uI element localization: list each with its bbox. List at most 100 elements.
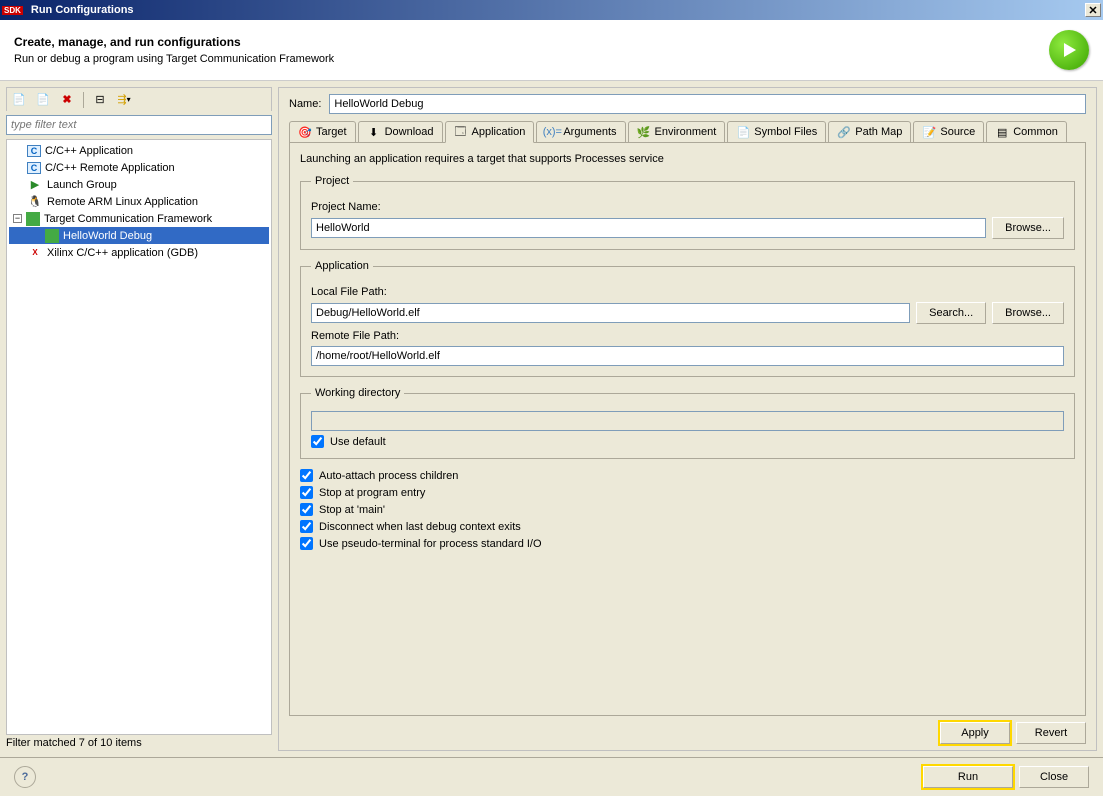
check-label: Disconnect when last debug context exits xyxy=(319,521,521,533)
linux-icon: 🐧 xyxy=(27,194,43,210)
tab-label: Download xyxy=(385,126,434,138)
check-label: Stop at 'main' xyxy=(319,504,385,516)
tab-arguments[interactable]: (x)= Arguments xyxy=(536,121,625,143)
apply-button[interactable]: Apply xyxy=(940,722,1010,744)
delete-icon: ✖ xyxy=(62,93,71,106)
config-toolbar: 📄 📄 ✖ ⊟ ⇶▾ xyxy=(6,87,272,111)
revert-button[interactable]: Revert xyxy=(1016,722,1086,744)
project-fieldset: Project Project Name: Browse... xyxy=(300,175,1075,250)
check-label: Use pseudo-terminal for process standard… xyxy=(319,538,542,550)
pseudo-terminal-checkbox[interactable] xyxy=(300,537,313,550)
application-fieldset: Application Local File Path: Search... B… xyxy=(300,260,1075,377)
tab-bar: 🎯Target ⬇ Download 🗔 Application (x)= Argum… xyxy=(289,120,1086,143)
tab-application[interactable]: 🗔 Application xyxy=(445,121,535,143)
project-browse-button[interactable]: Browse... xyxy=(992,217,1064,239)
tab-label: Target xyxy=(316,126,347,138)
tab-label: Application xyxy=(472,126,526,138)
filter-status: Filter matched 7 of 10 items xyxy=(6,735,272,751)
tab-label: Path Map xyxy=(855,126,902,138)
tree-item-helloworld-debug[interactable]: HelloWorld Debug xyxy=(9,227,269,244)
tree-item-c-app[interactable]: C C/C++ Application xyxy=(9,142,269,159)
sdk-badge: SDK xyxy=(2,6,23,15)
common-icon: ▤ xyxy=(995,125,1009,139)
chevron-down-icon: ▾ xyxy=(127,95,131,104)
close-button[interactable]: Close xyxy=(1019,766,1089,788)
window-titlebar: SDK Run Configurations ✕ xyxy=(0,0,1103,20)
stop-main-checkbox[interactable] xyxy=(300,503,313,516)
filter-icon: ⇶ xyxy=(117,93,126,106)
tab-environment[interactable]: 🌿Environment xyxy=(628,121,726,143)
tree-item-tcf[interactable]: − Target Communication Framework xyxy=(9,210,269,227)
local-path-label: Local File Path: xyxy=(311,286,1064,298)
config-tree[interactable]: C C/C++ Application CC/C++ Remote Applica… xyxy=(6,139,272,735)
check-label: Auto-attach process children xyxy=(319,470,458,482)
document-new-icon: 📄 xyxy=(12,93,26,106)
help-button[interactable]: ? xyxy=(14,766,36,788)
auto-attach-checkbox[interactable] xyxy=(300,469,313,482)
launch-group-icon: ▶ xyxy=(27,177,43,193)
duplicate-config-button[interactable]: 📄 xyxy=(33,90,53,110)
source-icon: 📝 xyxy=(922,125,936,139)
filter-menu-button[interactable]: ⇶▾ xyxy=(114,90,134,110)
tab-content-application: Launching an application requires a targ… xyxy=(289,143,1086,716)
toolbar-separator xyxy=(83,92,84,108)
dialog-title: Create, manage, and run configurations xyxy=(14,35,1049,49)
run-button[interactable]: Run xyxy=(923,766,1013,788)
local-path-input[interactable] xyxy=(311,303,910,323)
tab-source[interactable]: 📝 Source xyxy=(913,121,984,143)
project-name-input[interactable] xyxy=(311,218,986,238)
tree-item-xilinx-gdb[interactable]: X Xilinx C/C++ application (GDB) xyxy=(9,244,269,261)
tab-label: Arguments xyxy=(563,126,616,138)
tree-item-label: Target Communication Framework xyxy=(44,213,212,225)
collapse-icon: ⊟ xyxy=(95,93,104,106)
check-label: Stop at program entry xyxy=(319,487,425,499)
dialog-header: Create, manage, and run configurations R… xyxy=(0,20,1103,81)
tree-item-c-remote-app[interactable]: CC/C++ Remote Application xyxy=(9,159,269,176)
document-copy-icon: 📄 xyxy=(36,93,50,106)
tab-download[interactable]: ⬇ Download xyxy=(358,121,443,143)
arguments-icon: (x)= xyxy=(545,125,559,139)
workdir-fieldset: Working directory Use default xyxy=(300,387,1075,459)
tcf-icon xyxy=(45,229,59,243)
tree-item-label: Xilinx C/C++ application (GDB) xyxy=(47,247,198,259)
project-legend: Project xyxy=(311,175,353,187)
filter-input[interactable] xyxy=(6,115,272,135)
collapse-all-button[interactable]: ⊟ xyxy=(90,90,110,110)
delete-config-button[interactable]: ✖ xyxy=(57,90,77,110)
tree-collapse-icon[interactable]: − xyxy=(13,214,22,223)
c-app-icon: C xyxy=(27,162,41,174)
local-path-browse-button[interactable]: Browse... xyxy=(992,302,1064,324)
tree-item-launch-group[interactable]: ▶ Launch Group xyxy=(9,176,269,193)
stop-entry-checkbox[interactable] xyxy=(300,486,313,499)
run-icon xyxy=(1049,30,1089,70)
xilinx-gdb-icon: X xyxy=(27,245,43,261)
download-icon: ⬇ xyxy=(367,125,381,139)
tab-target[interactable]: 🎯Target xyxy=(289,121,356,143)
c-app-icon: C xyxy=(27,145,41,157)
use-default-checkbox[interactable] xyxy=(311,435,324,448)
tree-item-remote-arm[interactable]: 🐧Remote ARM Linux Application xyxy=(9,193,269,210)
tree-item-label: Launch Group xyxy=(47,179,117,191)
tab-label: Source xyxy=(940,126,975,138)
disconnect-exit-checkbox[interactable] xyxy=(300,520,313,533)
new-config-button[interactable]: 📄 xyxy=(9,90,29,110)
help-icon: ? xyxy=(22,771,29,783)
application-icon: 🗔 xyxy=(454,125,468,139)
tab-path-map[interactable]: 🔗Path Map xyxy=(828,121,911,143)
remote-path-input[interactable] xyxy=(311,346,1064,366)
symbol-files-icon: 📄 xyxy=(736,125,750,139)
dialog-subtitle: Run or debug a program using Target Comm… xyxy=(14,53,1049,65)
tree-item-label: C/C++ Application xyxy=(45,145,133,157)
tree-item-label: HelloWorld Debug xyxy=(63,230,152,242)
local-path-search-button[interactable]: Search... xyxy=(916,302,986,324)
tcf-icon xyxy=(26,212,40,226)
application-legend: Application xyxy=(311,260,373,272)
remote-path-label: Remote File Path: xyxy=(311,330,1064,342)
workdir-input xyxy=(311,411,1064,431)
config-name-input[interactable] xyxy=(329,94,1086,114)
window-close-button[interactable]: ✕ xyxy=(1085,3,1101,17)
use-default-label: Use default xyxy=(330,436,386,448)
tab-symbol-files[interactable]: 📄Symbol Files xyxy=(727,121,826,143)
tab-label: Environment xyxy=(655,126,717,138)
tab-common[interactable]: ▤Common xyxy=(986,121,1067,143)
